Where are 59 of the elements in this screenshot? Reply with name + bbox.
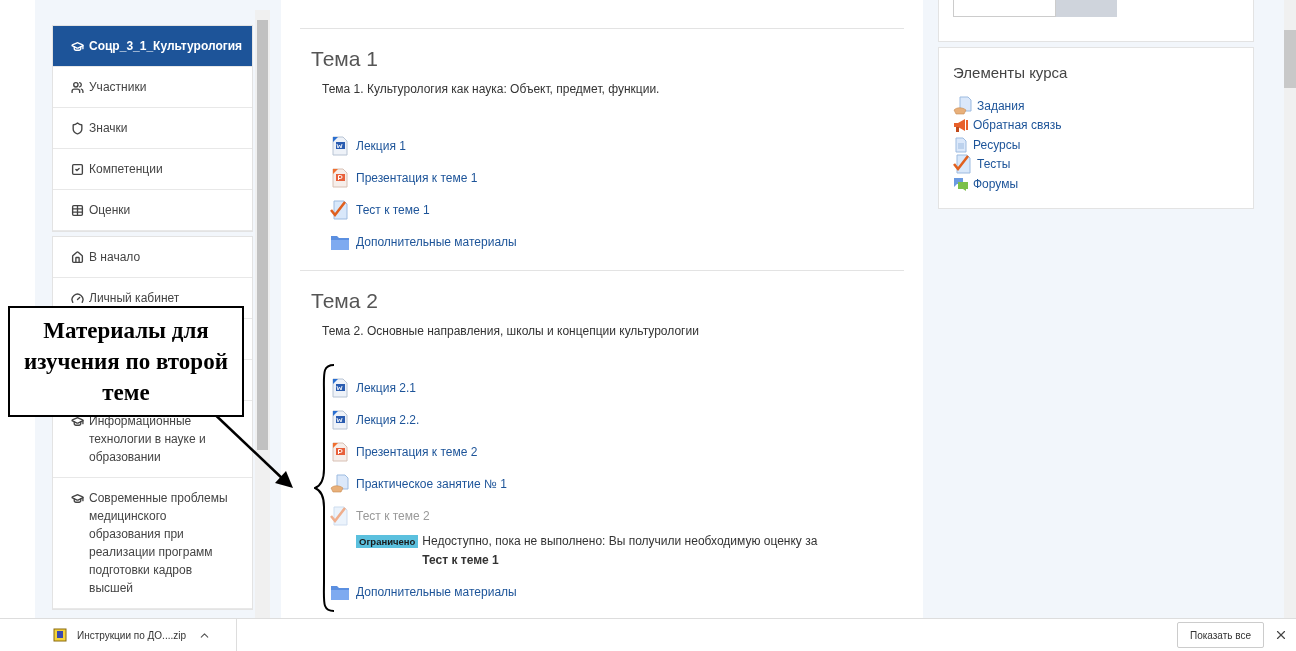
chat-bubbles-icon (953, 175, 969, 192)
word-document-icon (330, 136, 350, 156)
activity-link[interactable]: Дополнительные материалы (356, 233, 517, 251)
presentation-file-icon (330, 168, 350, 188)
sidebar-item[interactable]: В начало (53, 237, 252, 278)
archive-file-icon (53, 628, 67, 642)
checklist-icon (330, 506, 350, 526)
activity-link[interactable]: Презентация к теме 1 (356, 169, 478, 187)
course-element-link[interactable]: Задания (977, 96, 1025, 115)
megaphone-icon (953, 117, 969, 134)
search-button[interactable] (1056, 0, 1117, 17)
checkbox-icon (71, 163, 84, 176)
sidebar-item[interactable]: Соцр_3_1_Культурология (53, 26, 252, 67)
graduation-cap-icon (71, 492, 84, 505)
section-title: Тема 2 (310, 288, 379, 314)
sidebar-item[interactable]: Компетенции (53, 149, 252, 190)
users-icon (71, 81, 84, 94)
close-icon[interactable] (1274, 628, 1288, 642)
activity-link[interactable]: Лекция 2.1 (356, 379, 416, 397)
course-element-link[interactable]: Ресурсы (973, 135, 1021, 154)
checklist-icon (330, 200, 350, 220)
section-summary: Тема 2. Основные направления, школы и концепции культурологии (321, 323, 700, 340)
word-document-icon (330, 410, 350, 430)
restricted-badge: Ограничено (356, 535, 419, 548)
word-document-icon (330, 378, 350, 398)
activity-link[interactable]: Лекция 1 (356, 137, 406, 155)
activity-link[interactable]: Презентация к теме 2 (356, 443, 478, 461)
checklist-icon (953, 154, 973, 175)
sidebar-item[interactable]: Современные проблемы медицинского образования при реализации программ подготовки кадров высшей (53, 478, 252, 609)
section-title: Тема 1 (310, 46, 379, 72)
callout-tooltip: Материалы для изучения по второй теме (8, 306, 244, 417)
hand-document-icon (953, 95, 973, 116)
activity-link[interactable]: Дополнительные материалы (356, 583, 517, 601)
scrollbar[interactable] (1284, 0, 1296, 618)
presentation-file-icon (330, 442, 350, 462)
search-field[interactable] (953, 0, 1056, 17)
show-all-button[interactable]: Показать все (1176, 622, 1264, 648)
hand-document-icon (330, 474, 350, 494)
sidebar-item[interactable]: Значки (53, 108, 252, 149)
graduation-cap-icon (71, 40, 84, 53)
activity-link[interactable]: Лекция 2.2. (356, 411, 420, 429)
activity-link[interactable]: Практическое занятие № 1 (356, 475, 507, 493)
home-icon (71, 251, 84, 264)
course-element-link[interactable]: Обратная связь (973, 116, 1062, 135)
graduation-cap-icon (71, 415, 84, 428)
gauge-icon (71, 292, 84, 305)
activity-link[interactable]: Тест к теме 1 (356, 201, 430, 219)
course-element-link[interactable]: Форумы (973, 174, 1019, 193)
table-icon (71, 204, 84, 217)
scrollbar[interactable] (255, 10, 270, 618)
restriction-note: Недоступно, пока не выполнено: Вы получили необходимую оценку за Тест к теме 1 (422, 533, 819, 569)
shield-icon (71, 122, 84, 135)
block-title: Элементы курса (953, 63, 1069, 83)
section-summary: Тема 1. Культурология как наука: Объект, предмет, функции. (321, 81, 661, 98)
sidebar-item[interactable]: Участники (53, 67, 252, 108)
course-element-link[interactable]: Тесты (977, 155, 1011, 174)
sidebar-item[interactable]: Оценки (53, 190, 252, 231)
download-filename[interactable]: Инструкции по ДО....zip (77, 627, 186, 643)
document-icon (953, 136, 969, 153)
